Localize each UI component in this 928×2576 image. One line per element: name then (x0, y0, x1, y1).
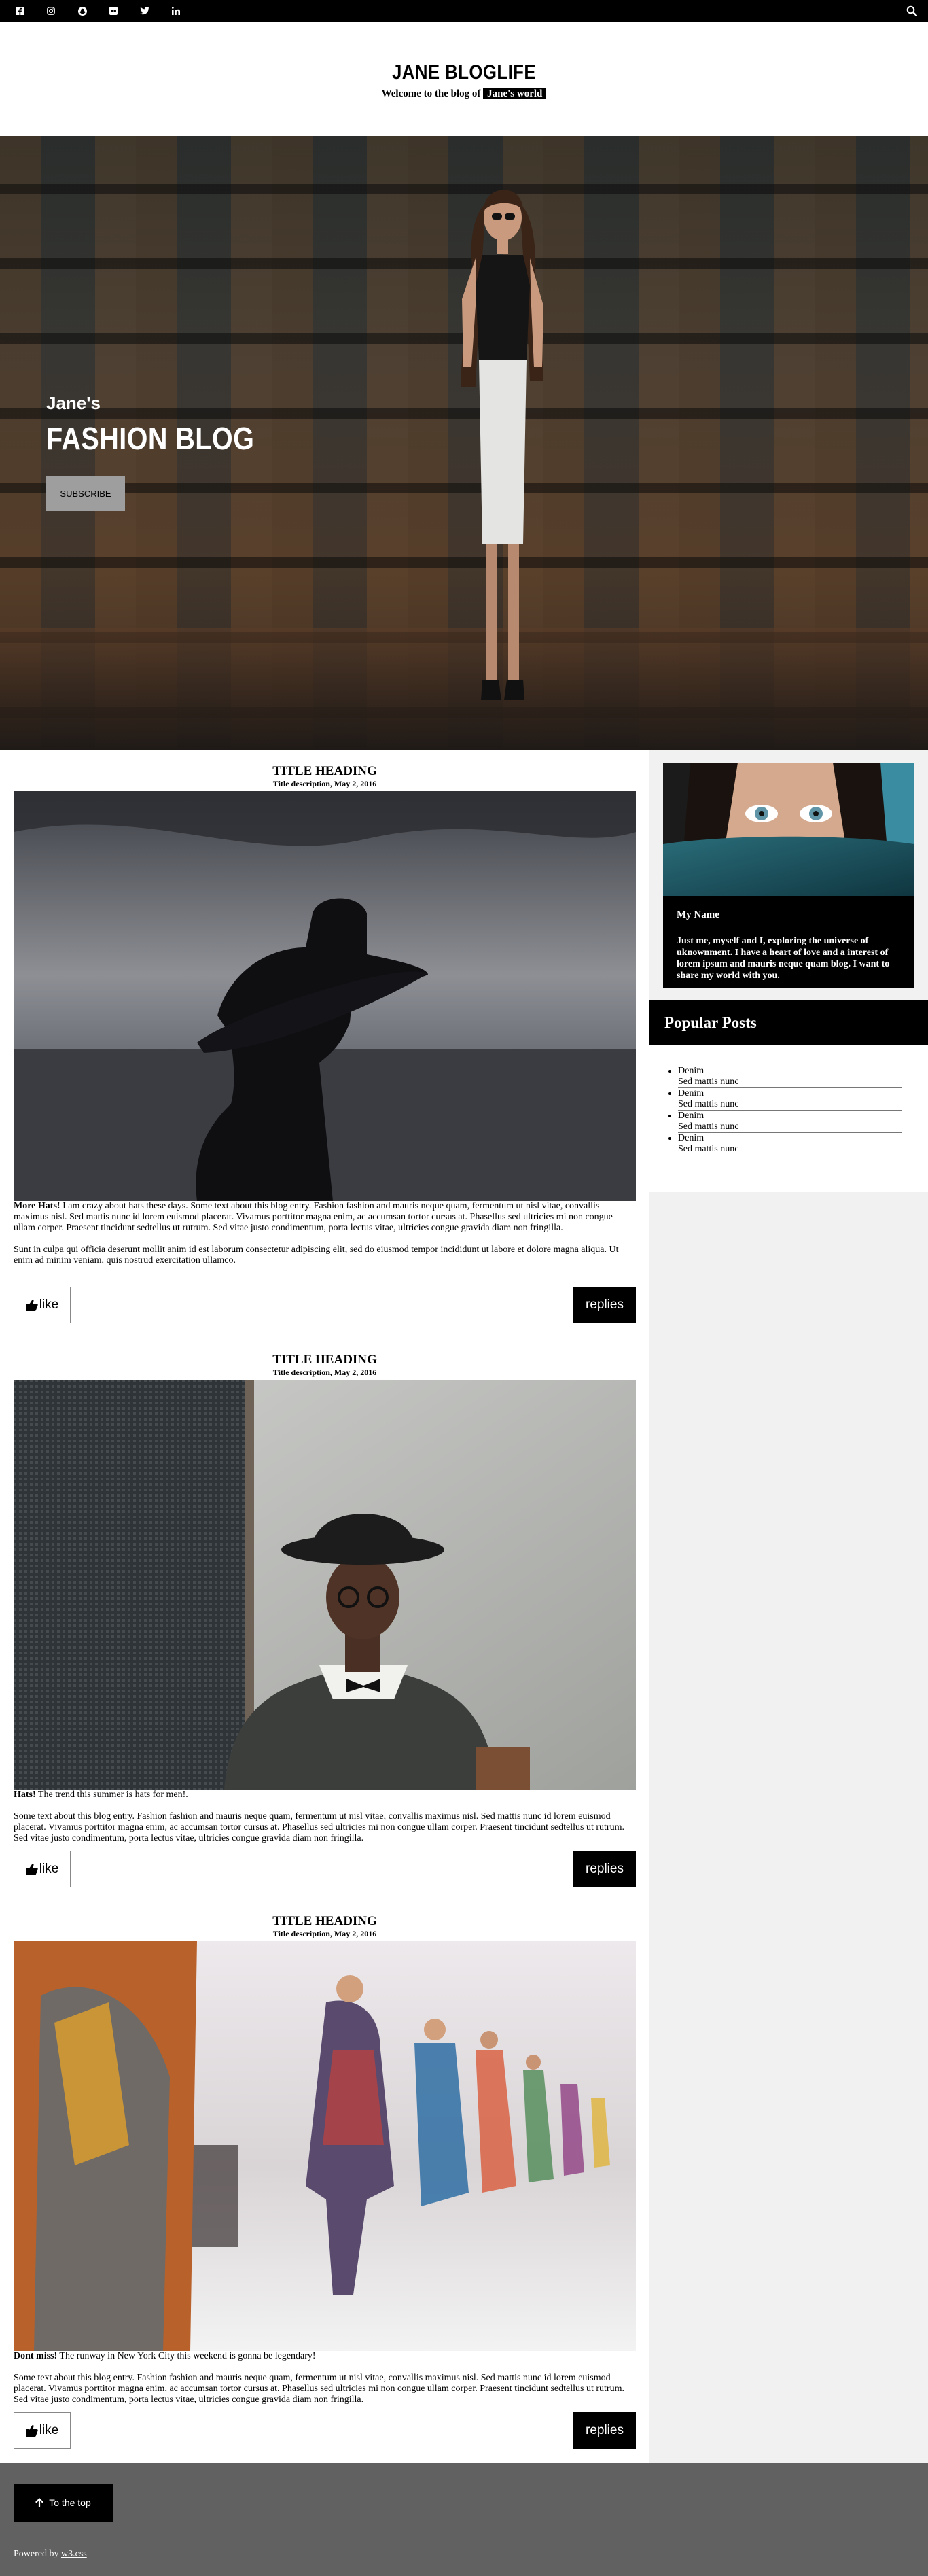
post-paragraph: Some text about this blog entry. Fashion… (14, 2373, 624, 2405)
thumbs-up-icon (25, 2424, 38, 2437)
replies-button[interactable]: replies (573, 1287, 636, 1323)
flickr-icon[interactable] (98, 0, 129, 22)
blog-post-1: TITLE HEADING Title description, May 2, … (14, 764, 636, 1323)
popular-post-subtitle: Sed mattis nunc (678, 1144, 902, 1155)
instagram-icon[interactable] (35, 0, 67, 22)
top-navbar (0, 0, 928, 22)
popular-post-item[interactable]: DenimSed mattis nunc (678, 1111, 916, 1133)
replies-button[interactable]: replies (573, 1851, 636, 1887)
like-label: like (39, 1298, 59, 1312)
blog-post-3: TITLE HEADING Title description, May 2, … (14, 1914, 636, 2449)
to-top-label: To the top (49, 2497, 91, 2508)
post-lead-bold: More Hats! (14, 1201, 60, 1211)
popular-post-subtitle: Sed mattis nunc (678, 1077, 902, 1088)
popular-post-title: Denim (678, 1066, 704, 1076)
popular-post-item[interactable]: DenimSed mattis nunc (678, 1088, 916, 1111)
post-date: Title description, May 2, 2016 (272, 1368, 377, 1377)
hero-subtitle: Jane's (46, 393, 101, 413)
site-header: JANE BLOGLIFE Welcome to the blog of Jan… (0, 22, 928, 136)
popular-post-item[interactable]: DenimSed mattis nunc (678, 1066, 916, 1088)
post-lead-text: The trend this summer is hats for men!. (37, 1790, 188, 1800)
powered-link[interactable]: w3.css (61, 2549, 87, 2559)
blog-post-2: TITLE HEADING Title description, May 2, … (14, 1353, 636, 1887)
sidebar: My Name Just me, myself and I, exploring… (649, 750, 928, 2463)
profile-card: My Name Just me, myself and I, exploring… (663, 763, 914, 988)
post-image-hat-woman (14, 791, 636, 1201)
post-date: Title description, May 2, 2016 (272, 1929, 377, 1938)
post-image-hat-man (14, 1380, 636, 1790)
post-body: More Hats! I am crazy about hats these d… (14, 1201, 636, 1277)
popular-posts-heading: Popular Posts (649, 1000, 928, 1045)
profile-bio: Just me, myself and I, exploring the uni… (677, 936, 890, 981)
popular-post-item[interactable]: DenimSed mattis nunc (678, 1133, 916, 1155)
site-tagline: Welcome to the blog of Jane's world (0, 88, 928, 100)
facebook-icon[interactable] (4, 0, 35, 22)
like-label: like (39, 1862, 59, 1876)
site-title: JANE BLOGLIFE (391, 61, 536, 84)
hero-banner: Jane's FASHION BLOG SUBSCRIBE (0, 136, 928, 750)
post-body: Hats! The trend this summer is hats for … (14, 1790, 636, 1855)
thumbs-up-icon (25, 1863, 38, 1875)
like-button[interactable]: like (14, 1851, 71, 1887)
post-title: TITLE HEADING (272, 1353, 377, 1367)
post-lead-text: I am crazy about hats these days. Some t… (14, 1201, 613, 1233)
post-paragraph: Sunt in culpa qui officia deserunt molli… (14, 1245, 619, 1266)
popular-post-title: Denim (678, 1088, 704, 1098)
twitter-icon[interactable] (129, 0, 160, 22)
like-button[interactable]: like (14, 2412, 71, 2449)
post-lead-bold: Hats! (14, 1790, 36, 1800)
post-paragraph: Some text about this blog entry. Fashion… (14, 1811, 624, 1843)
powered-prefix: Powered by (14, 2549, 59, 2559)
tagline-badge: Jane's world (483, 88, 547, 99)
popular-post-subtitle: Sed mattis nunc (678, 1099, 902, 1111)
tagline-prefix: Welcome to the blog of (381, 88, 481, 99)
social-links (4, 0, 192, 22)
hero-woman-image (461, 190, 543, 700)
to-top-button[interactable]: To the top (14, 2484, 113, 2522)
replies-button[interactable]: replies (573, 2412, 636, 2449)
post-lead-bold: Dont miss! (14, 2351, 58, 2361)
linkedin-icon[interactable] (160, 0, 192, 22)
search-button[interactable] (901, 0, 923, 22)
hero-title: FASHION BLOG (46, 421, 255, 456)
like-button[interactable]: like (14, 1287, 71, 1323)
popular-post-title: Denim (678, 1111, 704, 1121)
snapchat-icon[interactable] (67, 0, 98, 22)
post-lead-text: The runway in New York City this weekend… (59, 2351, 316, 2361)
profile-name: My Name (677, 909, 719, 920)
post-title: TITLE HEADING (272, 764, 377, 778)
post-body: Dont miss! The runway in New York City t… (14, 2351, 636, 2416)
arrow-up-icon (35, 2498, 44, 2507)
post-title: TITLE HEADING (272, 1914, 377, 1928)
popular-post-subtitle: Sed mattis nunc (678, 1121, 902, 1133)
profile-image (663, 763, 914, 896)
post-date: Title description, May 2, 2016 (272, 779, 377, 788)
subscribe-button[interactable]: SUBSCRIBE (46, 476, 125, 511)
thumbs-up-icon (25, 1299, 38, 1311)
search-icon (906, 5, 917, 16)
like-label: like (39, 2423, 59, 2437)
post-image-runway (14, 1941, 636, 2351)
site-footer: To the top Powered by w3.css (0, 2463, 928, 2576)
powered-by: Powered by w3.css (14, 2549, 87, 2560)
popular-posts-list: DenimSed mattis nunc DenimSed mattis nun… (649, 1045, 928, 1192)
popular-post-title: Denim (678, 1133, 704, 1143)
